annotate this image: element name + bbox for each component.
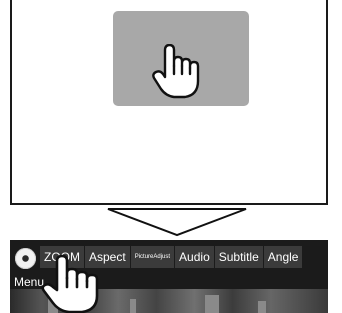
hand-pointer-icon xyxy=(41,254,99,313)
menu-item-angle[interactable]: Angle xyxy=(263,246,304,268)
menu-item-picture-adjust[interactable]: PictureAdjust xyxy=(130,246,176,268)
menu-item-audio[interactable]: Audio xyxy=(175,246,215,268)
hand-pointer-icon xyxy=(152,44,200,99)
down-arrow-icon xyxy=(107,208,247,237)
monitor-screen[interactable] xyxy=(10,0,328,205)
menu-item-subtitle[interactable]: Subtitle xyxy=(214,246,264,268)
